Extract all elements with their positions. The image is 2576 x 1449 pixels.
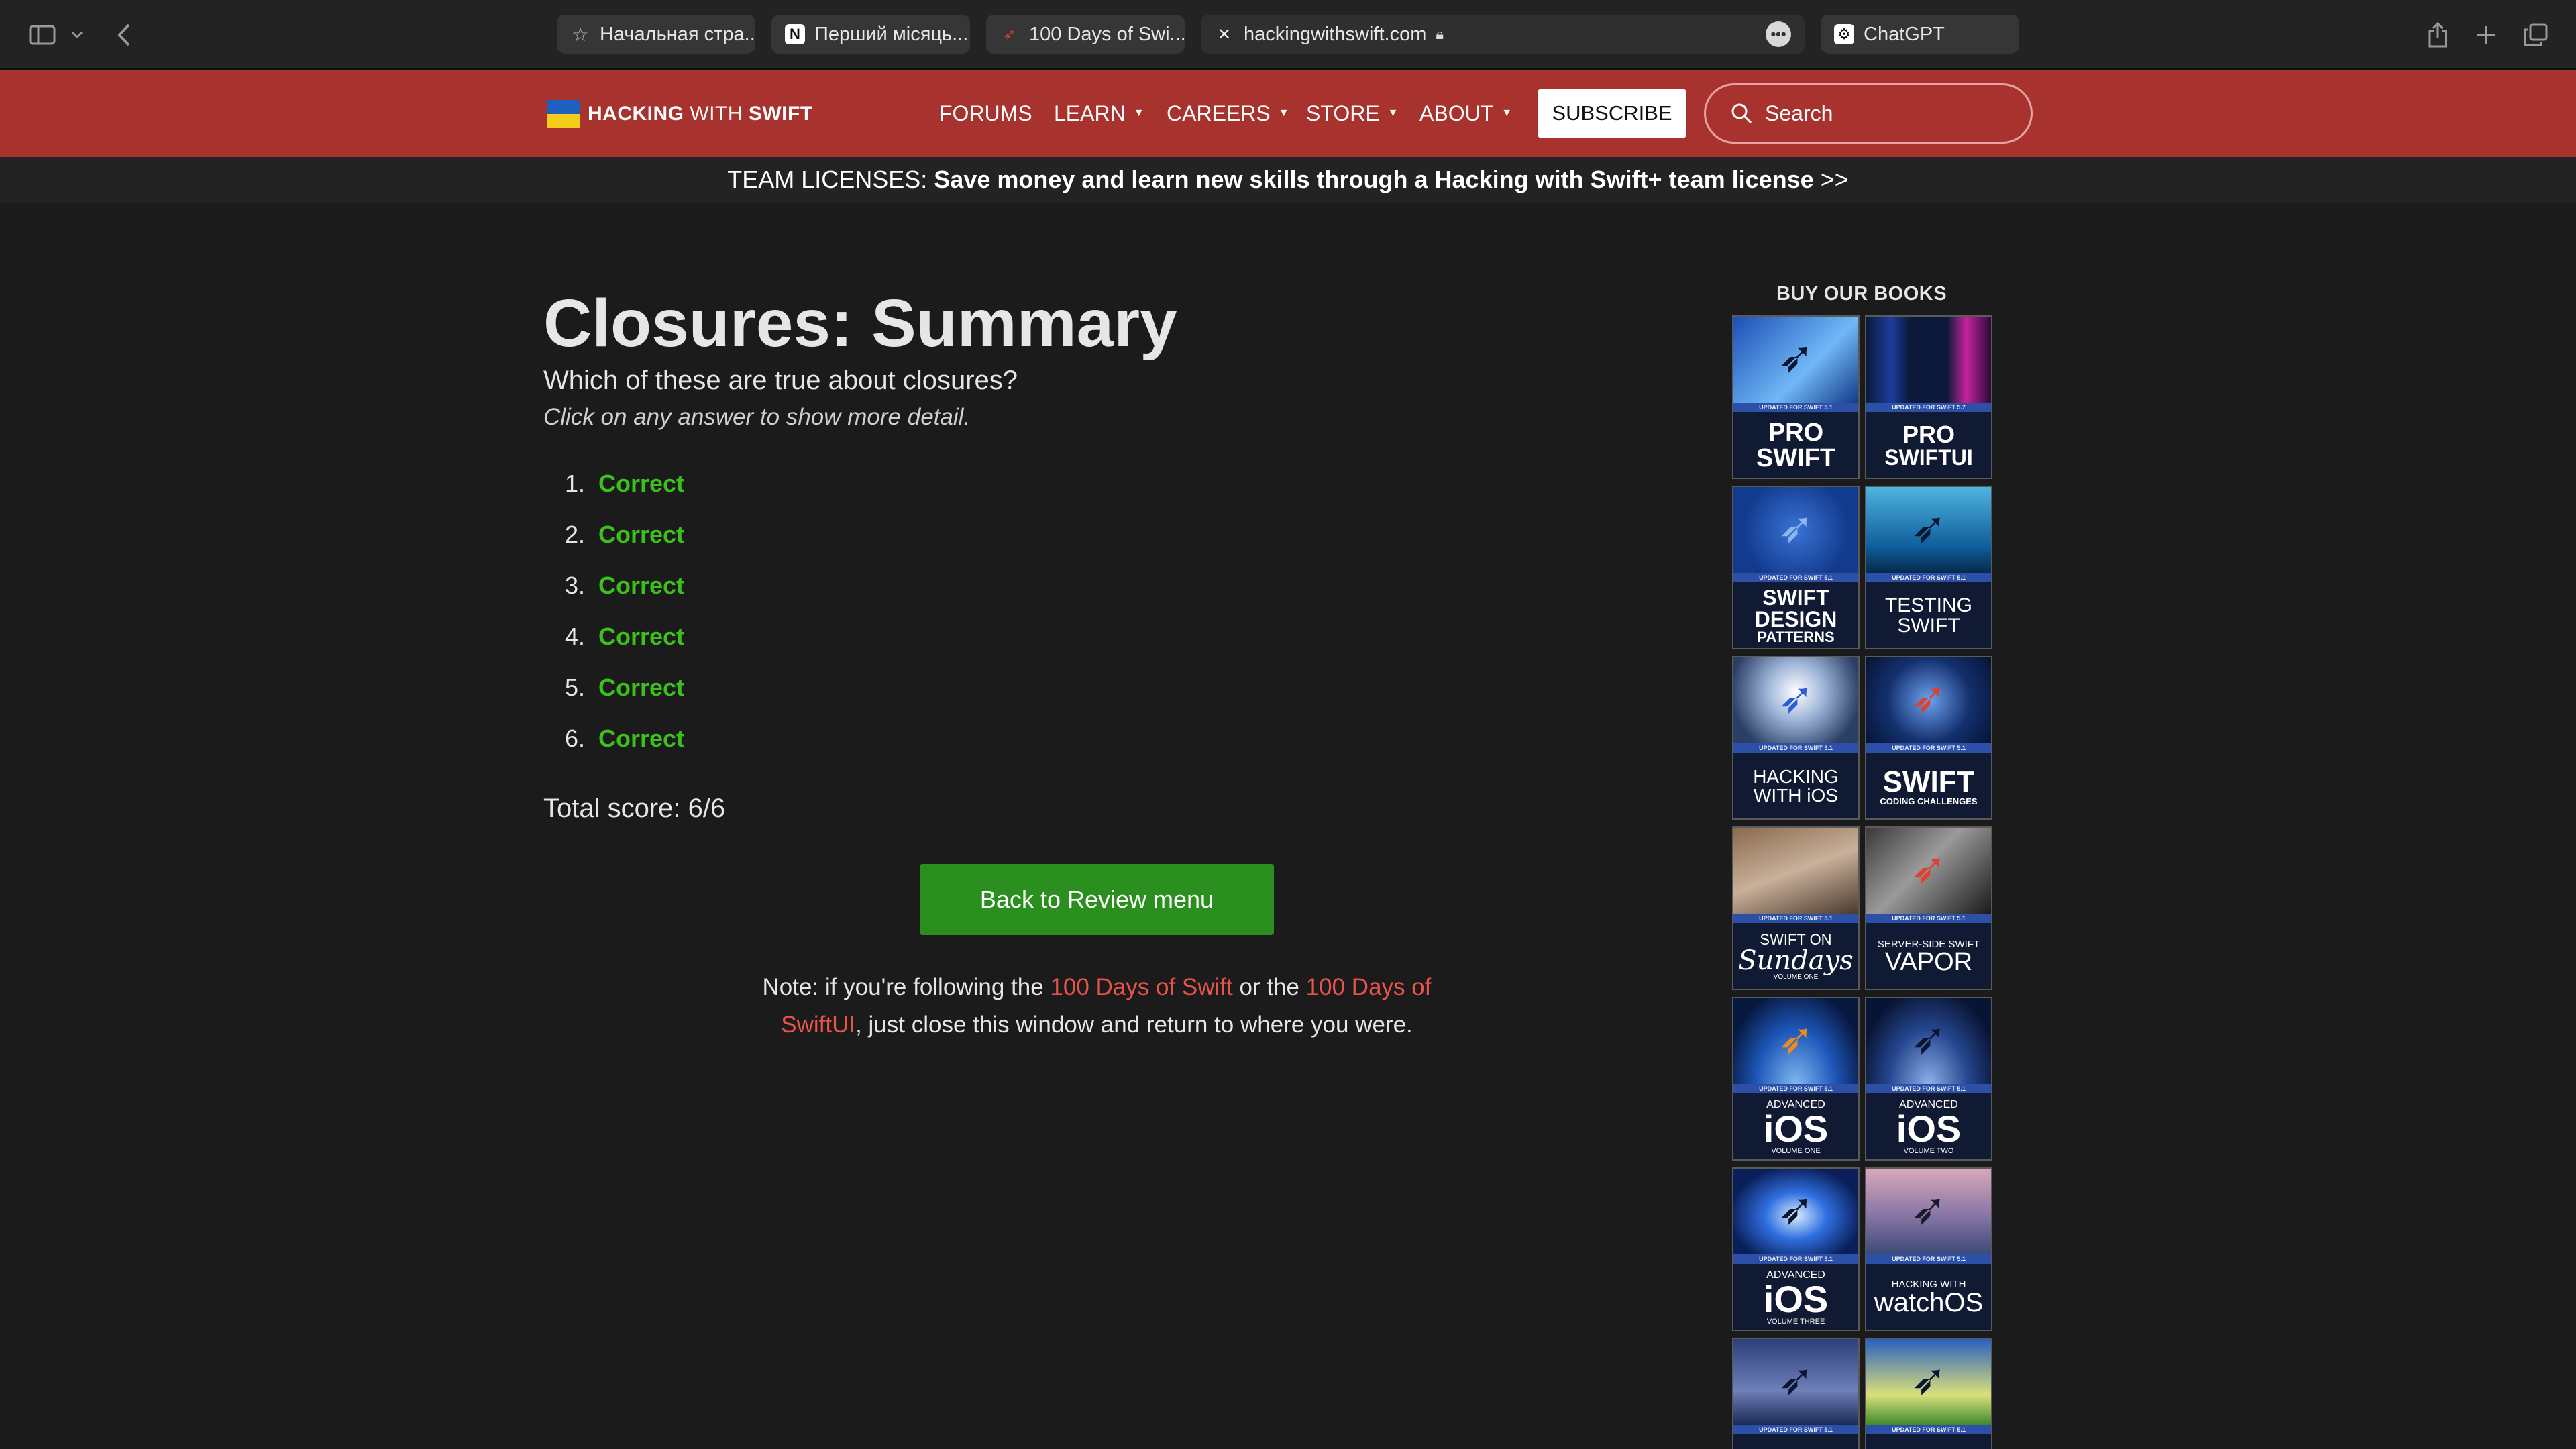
nav-learn[interactable]: LEARN ▼ [1054,97,1144,130]
back-icon[interactable] [111,20,138,50]
book-swift-on-sundays[interactable]: UPDATED FOR SWIFT 5.1 SWIFT ON Sundays VOL… [1732,826,1860,990]
search-input[interactable]: Search [1704,83,2033,144]
nav-store[interactable]: STORE ▼ [1306,97,1399,130]
logo-text: HACKING WITH SWIFT [588,103,813,125]
caret-down-icon: ▼ [1278,107,1289,119]
nav-about[interactable]: ABOUT ▼ [1419,97,1512,130]
question-text: Which of these are true about closures? [543,366,1018,395]
tab-overview-icon[interactable] [2522,20,2549,50]
banner-prefix: TEAM LICENSES: [727,166,934,193]
book-partial-left[interactable]: ➶ UPDATED FOR SWIFT 5.1 [1732,1338,1860,1449]
answer-result: Correct [598,724,685,752]
answer-item[interactable]: 1. Correct [543,458,946,509]
tab-label: ChatGPT [1864,23,1945,45]
sidebar-title: BUY OUR BOOKS [1776,283,1947,305]
chevron-down-icon[interactable] [67,20,87,50]
swift-bird-icon: ➶ [1778,1355,1814,1403]
share-icon[interactable] [2424,20,2451,50]
lock-icon: 🔒︎ [1436,25,1444,42]
tab-chatgpt[interactable]: ⚙ ChatGPT [1821,15,2019,54]
star-icon: ☆ [572,23,589,45]
swift-bird-icon: ➶ [1778,1185,1814,1233]
book-swift-coding-challenges[interactable]: ➶ UPDATED FOR SWIFT 5.1 SWIFT CODING CHAL… [1865,656,1992,820]
tab-label: 100 Days of Swi... [1029,23,1185,45]
book-testing-swift[interactable]: ➶ UPDATED FOR SWIFT 5.1 TESTING SWIFT [1865,486,1992,649]
swift-bird-icon: ➶ [1911,674,1947,722]
tab-100-days[interactable]: ➶ 100 Days of Swi... [986,15,1185,54]
caret-down-icon: ▼ [1387,107,1399,119]
total-score: Total score: 6/6 [543,794,726,823]
banner-suffix: >> [1813,166,1849,193]
answer-result: Correct [598,470,685,497]
browser-toolbar: ☆ Начальная стра... N Перший місяць... ➶… [0,0,2576,70]
hint-text: Click on any answer to show more detail. [543,404,971,430]
swift-bird-icon: ➶ [1911,503,1947,551]
tab-label: Перший місяць... [814,23,969,45]
tab-hackingwithswift-address[interactable]: ✕ hackingwithswift.com 🔒︎ ••• [1201,15,1805,54]
answer-item[interactable]: 2. Correct [543,509,946,560]
answer-result: Correct [598,521,685,548]
book-pro-swiftui[interactable]: UPDATED FOR SWIFT 5.7 PRO SWIFTUI [1865,315,1992,479]
answer-item[interactable]: 6. Correct [543,713,946,764]
team-license-banner[interactable]: TEAM LICENSES: Save money and learn new … [0,157,2576,203]
answer-item[interactable]: 3. Correct [543,560,946,611]
swift-bird-icon: ➶ [1911,1014,1947,1063]
book-server-side-swift-vapor[interactable]: ➶ UPDATED FOR SWIFT 5.1 SERVER-SIDE SWIF… [1865,826,1992,990]
nav-forums[interactable]: FORUMS [939,97,1032,130]
back-to-review-button[interactable]: Back to Review menu [920,864,1274,935]
close-icon[interactable]: ✕ [1214,24,1234,44]
answer-list: 1. Correct 2. Correct 3. Correct 4. Correct … [543,458,946,764]
swift-bird-icon: ➶ [1911,844,1947,892]
caret-down-icon: ▼ [1133,107,1144,119]
swift-bird-icon: ➶ [1778,503,1814,551]
book-advanced-ios-volume-two[interactable]: ➶ UPDATED FOR SWIFT 5.1 ADVANCED iOS VOLUM… [1865,997,1992,1161]
swift-bird-icon: ➶ [1778,1014,1814,1063]
search-placeholder: Search [1765,101,1833,125]
swift-bird-icon: ➶ [1911,1185,1947,1233]
chatgpt-icon: ⚙ [1834,24,1854,44]
swift-bird-icon: ➶ [1778,674,1814,722]
address-text: hackingwithswift.com [1244,23,1427,45]
book-pro-swift[interactable]: ➶ UPDATED FOR SWIFT 5.1 PRO SWIFT [1732,315,1860,479]
book-hacking-with-ios[interactable]: ➶ UPDATED FOR SWIFT 5.1 HACKING WITH iOS [1732,656,1860,820]
caret-down-icon: ▼ [1501,107,1513,119]
page-title: Closures: Summary [543,286,1177,361]
book-partial-right[interactable]: ➶ UPDATED FOR SWIFT 5.1 [1865,1338,1992,1449]
new-tab-icon[interactable] [2473,20,2500,50]
site-header: HACKING WITH SWIFT FORUMS LEARN ▼ CAREERS… [0,70,2576,157]
answer-result: Correct [598,572,685,599]
answer-item[interactable]: 5. Correct [543,662,946,713]
swift-icon: ➶ [1003,25,1016,42]
link-100-days-swift[interactable]: 100 Days of Swift [1050,974,1232,1000]
banner-text: Save money and learn new skills through … [934,166,1814,193]
notion-icon: N [785,24,805,44]
ukraine-flag-icon [547,100,580,128]
book-hacking-with-watchos[interactable]: ➶ UPDATED FOR SWIFT 5.1 HACKING WITH watc… [1865,1167,1992,1331]
answer-result: Correct [598,674,685,701]
sidebar-toggle-icon[interactable] [25,20,59,50]
tab-start-page[interactable]: ☆ Начальная стра... [557,15,755,54]
book-swift-design-patterns[interactable]: ➶ UPDATED FOR SWIFT 5.1 SWIFT DESIGN PATTE… [1732,486,1860,649]
tab-label: Начальная стра... [600,23,755,45]
answer-item[interactable]: 4. Correct [543,611,946,662]
subscribe-button[interactable]: SUBSCRIBE [1538,89,1686,138]
answer-result: Correct [598,623,685,650]
swift-bird-icon: ➶ [1778,333,1814,381]
note-text: Note: if you're following the 100 Days o… [762,974,1432,1038]
swift-bird-icon: ➶ [1911,1355,1947,1403]
nav-careers[interactable]: CAREERS ▼ [1167,97,1289,130]
book-advanced-ios-volume-one[interactable]: ➶ UPDATED FOR SWIFT 5.1 ADVANCED iOS VOLUM… [1732,997,1860,1161]
site-logo[interactable]: HACKING WITH SWIFT [547,100,813,128]
tab-notion[interactable]: N Перший місяць... [771,15,970,54]
search-icon [1731,103,1752,124]
more-icon[interactable]: ••• [1766,21,1791,47]
book-advanced-ios-volume-three[interactable]: ➶ UPDATED FOR SWIFT 5.1 ADVANCED iOS VOLUM… [1732,1167,1860,1331]
